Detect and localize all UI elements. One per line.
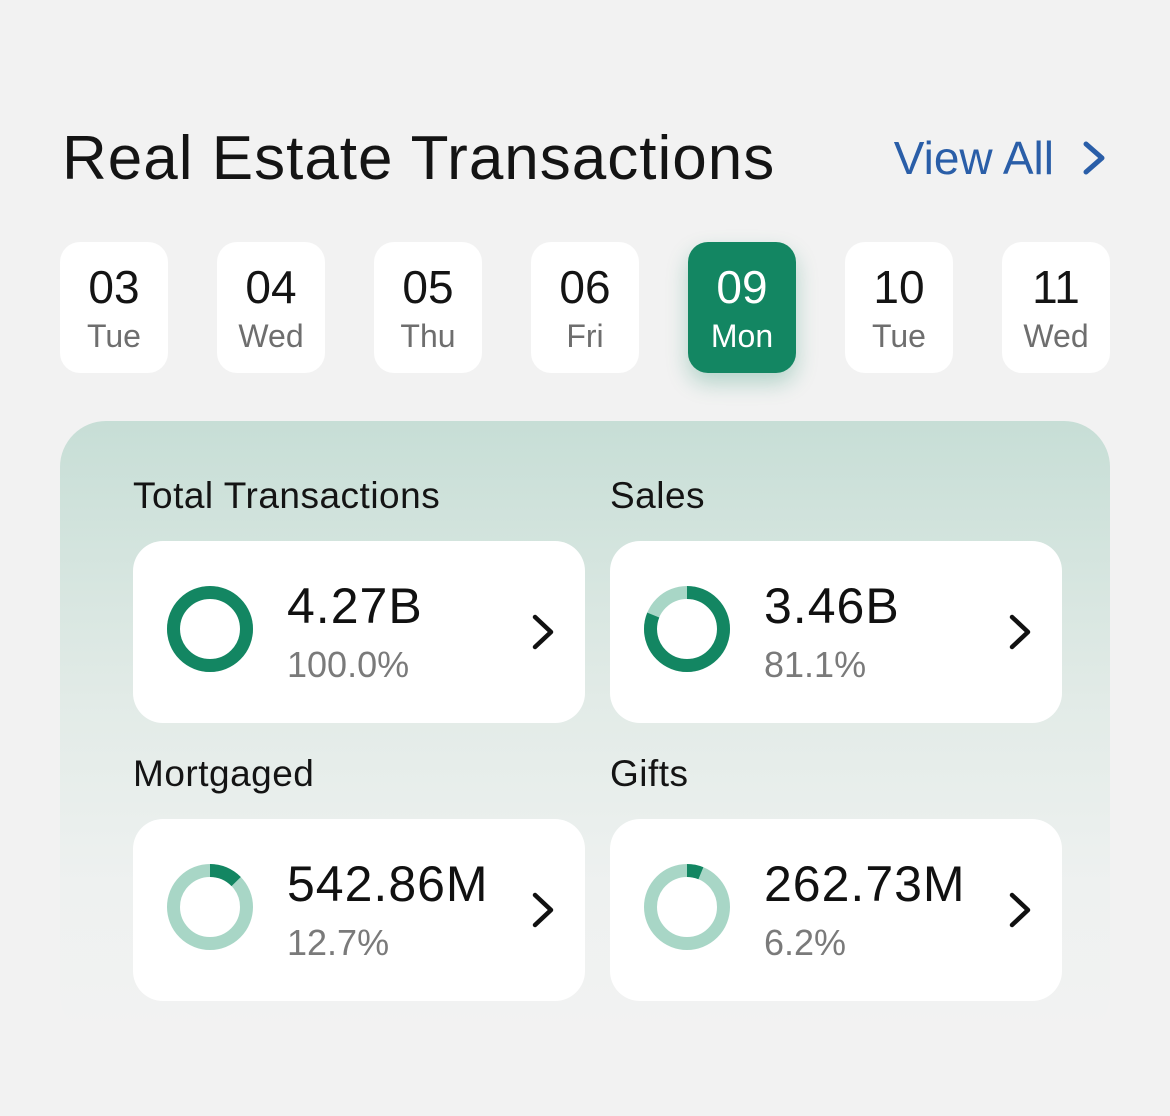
stat-card-total-transactions[interactable]: 4.27B 100.0%: [133, 541, 585, 723]
stat-card-gifts[interactable]: 262.73M 6.2%: [610, 819, 1062, 1001]
date-chip-10[interactable]: 10 Tue: [845, 242, 953, 373]
chevron-right-icon: [532, 614, 554, 650]
date-number: 05: [402, 260, 454, 313]
date-number: 11: [1032, 260, 1080, 313]
donut-progress-arc: [167, 586, 253, 672]
stat-value: 262.73M: [764, 856, 966, 912]
date-number: 09: [716, 260, 768, 313]
date-chip-05[interactable]: 05 Thu: [374, 242, 482, 373]
chevron-right-icon: [1009, 614, 1031, 650]
donut-ring-icon: [167, 864, 253, 950]
date-weekday: Wed: [1023, 317, 1089, 354]
stat-label-gifts: Gifts: [610, 753, 689, 794]
date-weekday: Mon: [710, 317, 774, 354]
section-header: Real Estate Transactions View All: [62, 118, 1108, 198]
page: Real Estate Transactions View All 03 Tue…: [0, 0, 1170, 1116]
date-chip-03[interactable]: 03 Tue: [60, 242, 168, 373]
donut-ring-icon: [644, 586, 730, 672]
chevron-right-icon: [532, 892, 554, 928]
stat-label-sales: Sales: [610, 475, 706, 516]
date-chip-06[interactable]: 06 Fri: [531, 242, 639, 373]
date-weekday: Tue: [872, 317, 926, 354]
donut-track: [644, 864, 730, 950]
date-weekday: Tue: [87, 317, 141, 354]
date-chip-09-selected[interactable]: 09 Mon: [688, 242, 796, 373]
stat-label-total-transactions: Total Transactions: [133, 475, 441, 516]
section-title: Real Estate Transactions: [62, 123, 776, 193]
view-all-link[interactable]: View All: [894, 131, 1108, 185]
stat-percent: 100.0%: [287, 644, 410, 685]
donut-ring-icon: [167, 586, 253, 672]
stat-percent: 12.7%: [287, 922, 390, 963]
stat-value: 3.46B: [764, 578, 900, 634]
date-number: 06: [559, 260, 611, 313]
stat-card-sales[interactable]: 3.46B 81.1%: [610, 541, 1062, 723]
date-selector: 03 Tue 04 Wed 05 Thu 06 Fri 09 Mon 10 Tu…: [60, 242, 1110, 373]
chevron-right-icon: [1083, 141, 1105, 175]
date-weekday: Fri: [566, 317, 604, 354]
date-weekday: Wed: [238, 317, 304, 354]
stat-card-mortgaged[interactable]: 542.86M 12.7%: [133, 819, 585, 1001]
chevron-right-icon: [1009, 892, 1031, 928]
stat-percent: 6.2%: [764, 922, 847, 963]
stat-label-mortgaged: Mortgaged: [133, 753, 315, 794]
date-chip-04[interactable]: 04 Wed: [217, 242, 325, 373]
view-all-label: View All: [893, 132, 1054, 184]
date-chip-11[interactable]: 11 Wed: [1002, 242, 1110, 373]
date-number: 10: [873, 260, 925, 313]
date-number: 03: [88, 260, 140, 313]
date-weekday: Thu: [400, 317, 456, 354]
donut-ring-icon: [644, 864, 730, 950]
stat-value: 4.27B: [287, 578, 423, 634]
stats-panel: Total Transactions 4.27B 100.0% Sales 3.…: [60, 421, 1110, 1041]
stat-value: 542.86M: [287, 856, 489, 912]
stat-percent: 81.1%: [764, 644, 867, 685]
date-number: 04: [245, 260, 297, 313]
